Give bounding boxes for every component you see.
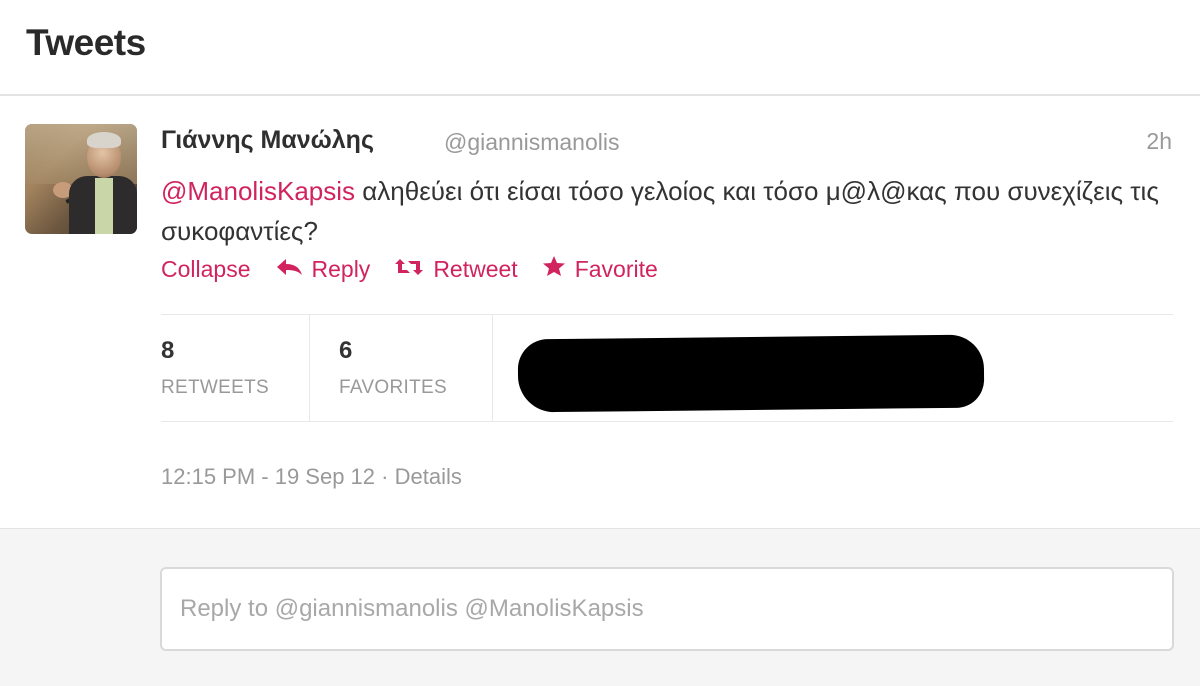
timeline-header: Tweets xyxy=(0,0,1200,96)
author-handle[interactable]: @giannismanolis xyxy=(444,129,620,156)
redaction-mark xyxy=(517,334,985,413)
retweets-stat[interactable]: 8 RETWEETS xyxy=(161,315,309,421)
retweet-button[interactable]: Retweet xyxy=(394,255,518,283)
favorites-count: 6 xyxy=(339,337,353,364)
tweet-text: @ManolisKapsis αληθεύει ότι είσαι τόσο γ… xyxy=(161,171,1171,251)
favorite-label: Favorite xyxy=(574,255,658,282)
tweet-stats: 8 RETWEETS 6 FAVORITES xyxy=(161,314,1173,422)
tweet-meta: 12:15 PM - 19 Sep 12 · Details xyxy=(161,464,462,490)
reply-area xyxy=(0,528,1200,686)
page-title: Tweets xyxy=(26,22,146,63)
reply-arrow-icon xyxy=(275,256,303,283)
tweet-time-ago[interactable]: 2h xyxy=(1146,128,1172,155)
tweet-actions: Collapse Reply Retweet Favorite xyxy=(161,252,682,286)
retweets-count: 8 xyxy=(161,337,175,364)
reply-label: Reply xyxy=(311,255,371,282)
reply-button[interactable]: Reply xyxy=(275,255,371,283)
avatar[interactable] xyxy=(25,124,137,234)
star-icon xyxy=(542,255,566,283)
reply-input[interactable] xyxy=(160,567,1174,651)
meta-separator: · xyxy=(375,464,395,489)
favorites-stat[interactable]: 6 FAVORITES xyxy=(339,315,489,421)
collapse-label: Collapse xyxy=(161,255,251,282)
collapse-button[interactable]: Collapse xyxy=(161,256,251,283)
tweet-timestamp[interactable]: 12:15 PM - 19 Sep 12 xyxy=(161,464,375,489)
stats-divider xyxy=(492,315,493,421)
retweet-label: Retweet xyxy=(433,255,518,282)
mention-link[interactable]: @ManolisKapsis xyxy=(161,176,355,206)
author-name[interactable]: Γιάννης Μανώλης xyxy=(161,126,374,155)
retweet-icon xyxy=(394,256,424,283)
favorites-label: FAVORITES xyxy=(339,377,447,398)
stats-divider xyxy=(309,315,310,421)
favorite-button[interactable]: Favorite xyxy=(542,255,658,283)
retweets-label: RETWEETS xyxy=(161,377,269,398)
details-link[interactable]: Details xyxy=(395,464,462,489)
